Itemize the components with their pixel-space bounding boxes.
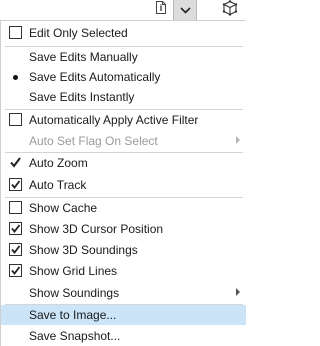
3d-cube-icon <box>222 0 238 21</box>
menu-item-label: Save Edits Manually <box>29 50 138 64</box>
checkbox-icon <box>9 26 22 39</box>
menu-item-auto-zoom[interactable]: Auto Zoom <box>1 153 246 173</box>
checkbox-checked-icon <box>9 222 22 235</box>
menu-item-show-3d-cursor[interactable]: Show 3D Cursor Position <box>1 219 246 239</box>
menu-item-auto-set-flag: Auto Set Flag On Select <box>1 131 246 151</box>
checkbox-checked-icon <box>9 264 22 277</box>
menu-item-label: Save Snapshot... <box>29 329 121 343</box>
menu-item-label: Show Soundings <box>29 286 120 300</box>
chevron-down-icon <box>179 1 191 19</box>
info-button[interactable] <box>150 0 172 20</box>
menu-item-save-edits-instantly[interactable]: Save Edits Instantly <box>1 87 246 107</box>
3d-view-button[interactable] <box>218 0 242 20</box>
submenu-arrow-icon <box>236 136 240 144</box>
toolbar <box>0 0 246 22</box>
menu-item-show-soundings[interactable]: Show Soundings <box>1 283 246 303</box>
menu-item-label: Edit Only Selected <box>29 26 128 40</box>
menu-item-label: Save Edits Instantly <box>29 90 135 104</box>
menu-item-label: Save to Image... <box>29 308 117 322</box>
menu-item-save-to-image[interactable]: Save to Image... <box>1 305 246 325</box>
viewer-window: Edit Only Selected Save Edits Manually S… <box>0 0 246 346</box>
menu-item-save-edits-manually[interactable]: Save Edits Manually <box>1 47 246 67</box>
menu-item-label: Save Edits Automatically <box>29 70 161 84</box>
menu-item-auto-track[interactable]: Auto Track <box>1 175 246 195</box>
checkbox-checked-icon <box>9 243 22 256</box>
info-icon <box>155 0 167 20</box>
context-menu: Edit Only Selected Save Edits Manually S… <box>0 20 246 346</box>
check-mark-icon <box>9 156 22 174</box>
checkbox-icon <box>9 201 22 214</box>
menu-item-show-3d-soundings[interactable]: Show 3D Soundings <box>1 240 246 260</box>
radio-dot-icon <box>13 75 18 80</box>
menu-item-show-cache[interactable]: Show Cache <box>1 198 246 218</box>
menu-item-edit-only-selected[interactable]: Edit Only Selected <box>1 23 246 43</box>
menu-item-label: Automatically Apply Active Filter <box>29 113 199 127</box>
submenu-arrow-icon <box>236 288 240 296</box>
menu-item-label: Show 3D Cursor Position <box>29 222 164 236</box>
menu-item-auto-apply-filter[interactable]: Automatically Apply Active Filter <box>1 110 246 130</box>
menu-item-label: Show Cache <box>29 201 98 215</box>
menu-item-label: Auto Set Flag On Select <box>29 134 158 148</box>
checkbox-checked-icon <box>9 178 22 191</box>
menu-item-save-snapshot[interactable]: Save Snapshot... <box>1 326 246 346</box>
dropdown-button[interactable] <box>173 0 197 21</box>
checkbox-icon <box>9 113 22 126</box>
menu-item-show-grid-lines[interactable]: Show Grid Lines <box>1 261 246 281</box>
menu-item-save-edits-automatically[interactable]: Save Edits Automatically <box>1 67 246 87</box>
menu-item-label: Show 3D Soundings <box>29 243 138 257</box>
menu-item-label: Auto Zoom <box>29 156 88 170</box>
menu-item-label: Show Grid Lines <box>29 264 118 278</box>
menu-item-label: Auto Track <box>29 178 87 192</box>
